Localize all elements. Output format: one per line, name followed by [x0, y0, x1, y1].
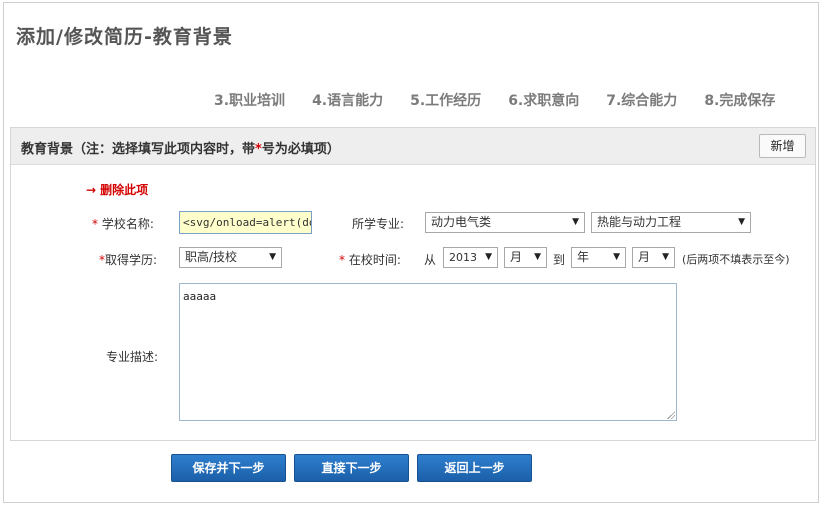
major-label: 所学专业: — [352, 217, 405, 231]
description-value: aaaaa — [183, 290, 217, 303]
chevron-down-icon: ▼ — [613, 252, 620, 262]
panel-header: 教育背景（注：选择填写此项内容时，带*号为必填项） 新增 — [11, 128, 815, 165]
step-job-intention[interactable]: 6.求职意向 — [508, 90, 579, 110]
save-next-button[interactable]: 保存并下一步 — [171, 454, 286, 482]
required-mark: * — [339, 253, 345, 267]
period-note: (后两项不填表示至今) — [682, 253, 790, 266]
end-year-select[interactable]: 年 ▼ — [571, 247, 626, 268]
degree-label: *取得学历: — [99, 251, 157, 268]
degree-label-text: 取得学历: — [105, 253, 158, 267]
major-name-select[interactable]: 热能与动力工程 ▼ — [591, 212, 751, 233]
degree-select[interactable]: 职高/技校 ▼ — [179, 247, 282, 268]
step-language[interactable]: 4.语言能力 — [312, 90, 383, 110]
chevron-down-icon: ▼ — [534, 252, 541, 262]
school-label: * 学校名称: — [92, 215, 154, 232]
end-month-select[interactable]: 月 ▼ — [632, 247, 675, 268]
header-text-prefix: 教育背景（注：选择填写此项内容时，带 — [21, 142, 256, 157]
step-training[interactable]: 3.职业培训 — [214, 90, 285, 110]
description-textarea[interactable]: aaaaa — [179, 283, 677, 421]
start-month-value: 月 — [510, 250, 523, 264]
required-mark: * — [92, 217, 98, 231]
step-work-experience[interactable]: 5.工作经历 — [410, 90, 481, 110]
start-year-value: 2013 — [449, 251, 477, 264]
period-label-text: 在校时间: — [348, 253, 401, 267]
chevron-down-icon: ▼ — [662, 252, 669, 262]
back-button[interactable]: 返回上一步 — [417, 454, 532, 482]
major-name-value: 热能与动力工程 — [597, 215, 682, 229]
header-text-suffix: 号为必填项） — [261, 142, 340, 157]
arrow-right-icon: → — [86, 183, 97, 197]
delete-item-label: 删除此项 — [100, 183, 149, 197]
major-category-select[interactable]: 动力电气类 ▼ — [425, 212, 585, 233]
period-label: * 在校时间: — [339, 251, 401, 268]
resize-grip-icon[interactable] — [667, 411, 675, 419]
chevron-down-icon: ▼ — [485, 252, 492, 262]
next-button[interactable]: 直接下一步 — [294, 454, 409, 482]
panel-header-title: 教育背景（注：选择填写此项内容时，带*号为必填项） — [21, 138, 340, 157]
chevron-down-icon: ▼ — [572, 217, 579, 227]
step-nav: 3.职业培训 4.语言能力 5.工作经历 6.求职意向 7.综合能力 8.完成保… — [214, 90, 802, 110]
page-title: 添加/修改简历-教育背景 — [16, 26, 233, 48]
degree-value: 职高/技校 — [185, 250, 238, 264]
to-label: 到 — [553, 253, 566, 267]
from-label: 从 — [424, 253, 437, 267]
delete-item-link[interactable]: → 删除此项 — [86, 181, 148, 198]
step-overall-ability[interactable]: 7.综合能力 — [606, 90, 677, 110]
chevron-down-icon: ▼ — [269, 252, 276, 262]
chevron-down-icon: ▼ — [738, 217, 745, 227]
end-year-value: 年 — [577, 250, 590, 264]
school-name-input[interactable]: <svg/onload=alert(doc — [179, 211, 312, 234]
description-label: 专业描述: — [106, 350, 159, 364]
school-label-text: 学校名称: — [101, 217, 154, 231]
major-category-value: 动力电气类 — [431, 215, 492, 229]
start-year-select[interactable]: 2013 ▼ — [443, 247, 498, 268]
end-month-value: 月 — [638, 250, 651, 264]
start-month-select[interactable]: 月 ▼ — [504, 247, 547, 268]
add-button[interactable]: 新增 — [759, 134, 806, 158]
header-required-star: * — [255, 142, 262, 157]
step-finish-save[interactable]: 8.完成保存 — [704, 90, 775, 110]
